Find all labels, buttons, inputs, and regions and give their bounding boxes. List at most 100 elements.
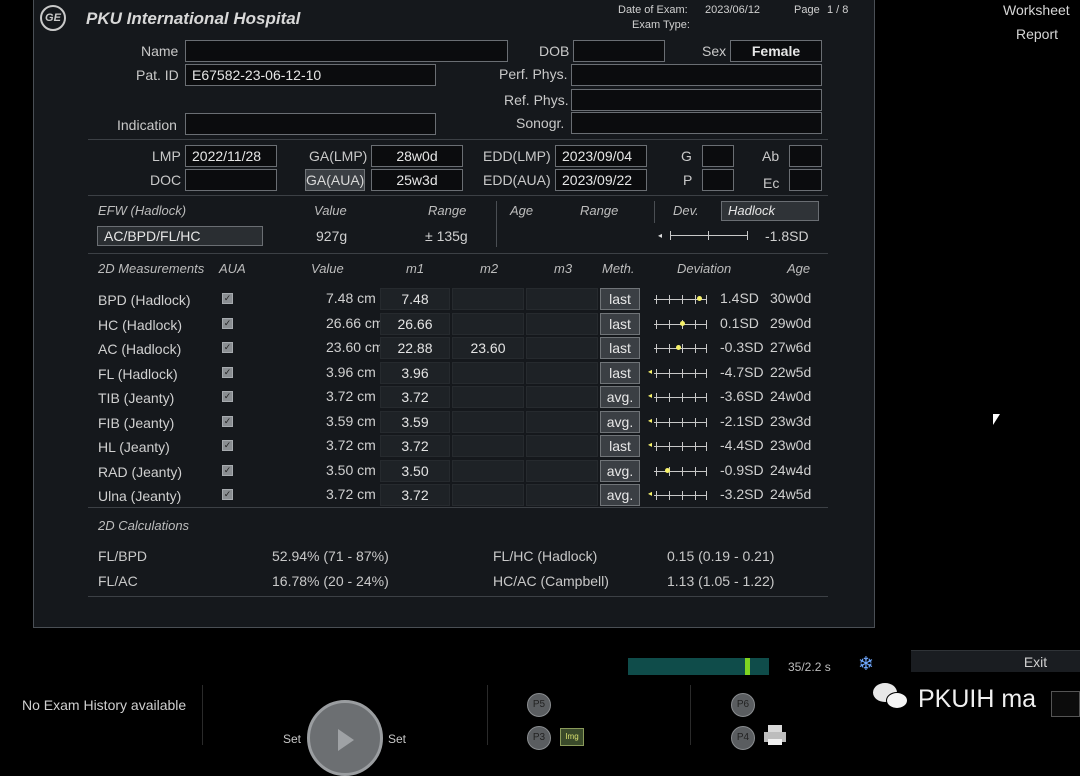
p4-button[interactable]: P4 [731, 726, 755, 750]
m2-cell[interactable] [452, 435, 524, 457]
m1-cell[interactable]: 3.72 [380, 484, 450, 506]
g-label: G [681, 148, 692, 164]
m1-cell[interactable]: 3.50 [380, 459, 450, 482]
aua-checkbox[interactable]: ✓ [222, 415, 233, 427]
p5-button[interactable]: P5 [527, 693, 551, 717]
deviation-value: -2.1SD [720, 412, 764, 429]
report-button[interactable]: Report [1016, 26, 1058, 42]
aua-checkbox[interactable]: ✓ [222, 366, 233, 378]
exit-button[interactable]: Exit [911, 650, 1080, 672]
m3-cell[interactable] [526, 484, 598, 506]
m2-cell[interactable] [452, 312, 524, 335]
fl-hc-label: FL/HC (Hadlock) [493, 548, 598, 564]
m3-cell[interactable] [526, 410, 598, 433]
printer-icon[interactable] [764, 725, 786, 745]
img-icon[interactable]: Img [560, 728, 584, 746]
m1-cell[interactable]: 22.88 [380, 337, 450, 359]
set-left-label[interactable]: Set [283, 732, 301, 746]
method-button[interactable]: last [600, 337, 640, 359]
deviation-gauge [652, 319, 708, 329]
method-button[interactable]: avg. [600, 410, 640, 433]
m1-cell[interactable]: 3.59 [380, 410, 450, 433]
efw-range: ± 135g [425, 228, 468, 244]
m3-cell[interactable] [526, 386, 598, 408]
sex-field[interactable]: Female [730, 40, 822, 62]
aua-checkbox[interactable]: ✓ [222, 489, 233, 500]
doc-field[interactable] [185, 169, 277, 191]
divider [88, 139, 828, 140]
aua-checkbox[interactable]: ✓ [222, 464, 233, 476]
worksheet-button[interactable]: Worksheet [1003, 2, 1070, 18]
wechat-icon [873, 683, 909, 711]
measure-name: FL (Hadlock) [98, 365, 178, 382]
name-field[interactable] [185, 40, 508, 62]
dob-field[interactable] [573, 40, 665, 62]
trackball[interactable] [307, 700, 383, 776]
method-button[interactable]: last [600, 361, 640, 384]
patid-label: Pat. ID [136, 67, 179, 83]
efw-dev-method[interactable]: Hadlock [721, 201, 819, 221]
ref-phys-field[interactable] [571, 89, 822, 111]
m2-cell[interactable] [452, 459, 524, 482]
age-header: Age [787, 261, 811, 276]
sonogr-field[interactable] [571, 112, 822, 134]
aua-checkbox[interactable]: ✓ [222, 342, 233, 353]
edd-lmp-field: 2023/09/04 [555, 145, 647, 167]
snowflake-icon[interactable]: ❄ [858, 653, 874, 676]
m2-cell[interactable] [452, 288, 524, 310]
m2-cell[interactable] [452, 361, 524, 384]
method-button[interactable]: last [600, 288, 640, 310]
efw-formula-field[interactable]: AC/BPD/FL/HC [97, 226, 263, 246]
method-button[interactable]: avg. [600, 386, 640, 408]
m1-header: m1 [406, 261, 425, 276]
set-right-label[interactable]: Set [388, 732, 406, 746]
perf-phys-field[interactable] [571, 64, 822, 86]
aua-checkbox[interactable]: ✓ [222, 440, 233, 451]
m1-cell[interactable]: 7.48 [380, 288, 450, 310]
measure-name: BPD (Hadlock) [98, 292, 191, 308]
m3-cell[interactable] [526, 459, 598, 482]
aua-checkbox[interactable]: ✓ [222, 293, 233, 304]
exam-history-text: No Exam History available [22, 697, 187, 713]
method-button[interactable]: avg. [600, 484, 640, 506]
sex-label: Sex [702, 43, 727, 59]
progress-bar [628, 658, 769, 675]
m1-cell[interactable]: 3.96 [380, 361, 450, 384]
method-button[interactable]: avg. [600, 459, 640, 482]
p3-button[interactable]: P3 [527, 726, 551, 750]
ga-aua-button[interactable]: GA(AUA) [305, 169, 365, 191]
p-field[interactable] [702, 169, 734, 191]
age-value: 29w0d [770, 314, 812, 331]
m2-cell[interactable] [452, 484, 524, 506]
ab-field[interactable] [789, 145, 822, 167]
ec-field[interactable] [789, 169, 822, 191]
m3-cell[interactable] [526, 337, 598, 359]
deviation-gauge [652, 294, 708, 304]
g-field[interactable] [702, 145, 734, 167]
m2-cell[interactable] [452, 386, 524, 408]
aua-checkbox[interactable]: ✓ [222, 317, 233, 329]
lmp-field[interactable]: 2022/11/28 [185, 145, 277, 167]
ga-lmp-field: 28w0d [371, 145, 463, 167]
aua-checkbox[interactable]: ✓ [222, 391, 233, 402]
fl-bpd-label: FL/BPD [98, 548, 148, 564]
m3-cell[interactable] [526, 361, 598, 384]
method-button[interactable]: last [600, 435, 640, 457]
indication-field[interactable] [185, 113, 436, 135]
m3-cell[interactable] [526, 288, 598, 310]
m1-cell[interactable]: 3.72 [380, 386, 450, 408]
age-value: 23w3d [770, 412, 812, 429]
watermark-text: PKUIH ma [918, 685, 1037, 713]
p6-button[interactable]: P6 [731, 693, 755, 717]
patid-field[interactable]: E67582-23-06-12-10 [185, 64, 436, 86]
method-button[interactable]: last [600, 312, 640, 335]
measure-value: 3.72 cm [326, 486, 376, 502]
m3-cell[interactable] [526, 435, 598, 457]
divider [487, 685, 488, 745]
m2-cell[interactable]: 23.60 [452, 337, 524, 359]
efw-range-header: Range [428, 203, 467, 218]
m3-cell[interactable] [526, 312, 598, 335]
m2-cell[interactable] [452, 410, 524, 433]
m1-cell[interactable]: 3.72 [380, 435, 450, 457]
m1-cell[interactable]: 26.66 [380, 312, 450, 335]
